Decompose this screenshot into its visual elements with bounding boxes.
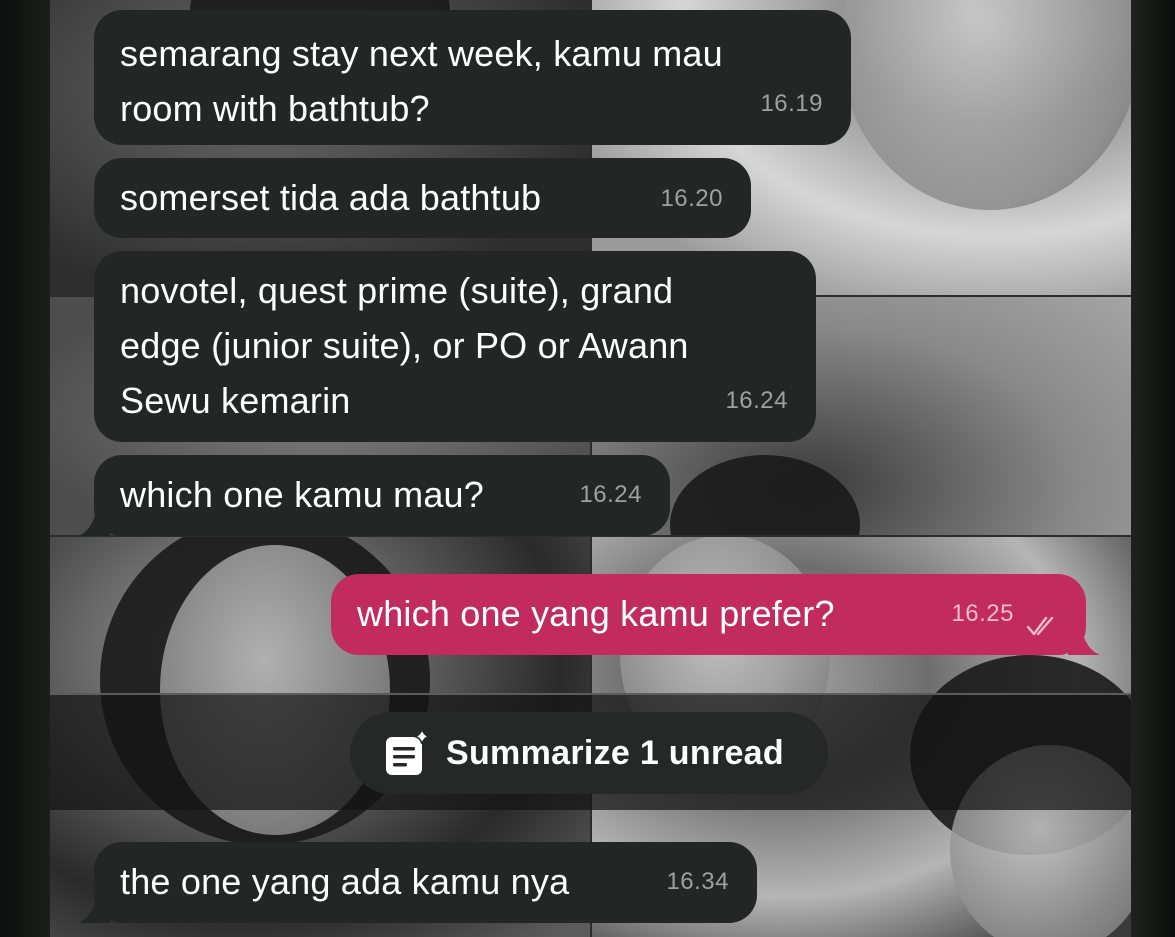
incoming-message-bubble[interactable]: the one yang ada kamu nya 16.34 (94, 842, 757, 923)
message-timestamp: 16.34 (666, 868, 729, 895)
chat-screen: semarang stay next week, kamu mau room w… (0, 0, 1175, 937)
message-timestamp: 16.20 (660, 185, 723, 212)
incoming-bubble-tail (78, 502, 110, 536)
message-timestamp: 16.25 (951, 600, 1014, 627)
message-text-line: somerset tida ada bathtub (120, 177, 542, 218)
incoming-message-bubble[interactable]: novotel, quest prime (suite), grand edge… (94, 251, 816, 442)
screen-edge-right (1131, 0, 1175, 937)
message-timestamp: 16.24 (725, 387, 788, 414)
message-text-line: which one kamu mau? (120, 474, 484, 515)
message-timestamp: 16.24 (579, 481, 642, 508)
screen-edge-left (0, 0, 50, 937)
summarize-unread-button[interactable]: Summarize 1 unread (350, 712, 828, 794)
message-text-line: edge (junior suite), or PO or Awann (120, 325, 689, 366)
message-text-line: Sewu kemarin (120, 380, 351, 421)
message-text-line: the one yang ada kamu nya (120, 861, 570, 902)
message-text-line: room with bathtub? (120, 88, 430, 129)
message-text-line: novotel, quest prime (suite), grand (120, 270, 674, 311)
message-text-line: semarang stay next week, kamu mau (120, 33, 723, 74)
incoming-message-bubble[interactable]: somerset tida ada bathtub 16.20 (94, 158, 751, 238)
message-timestamp: 16.19 (760, 90, 823, 117)
incoming-bubble-tail (78, 889, 110, 923)
summarize-label: Summarize 1 unread (446, 733, 784, 772)
incoming-message-bubble[interactable]: which one kamu mau? 16.24 (94, 455, 670, 536)
double-check-icon (1026, 616, 1054, 636)
summarize-notes-sparkle-icon (386, 729, 430, 775)
incoming-message-bubble[interactable]: semarang stay next week, kamu mau room w… (94, 10, 851, 145)
outgoing-message-bubble[interactable]: which one yang kamu prefer? 16.25 (331, 574, 1086, 655)
outgoing-bubble-tail (1068, 621, 1100, 655)
